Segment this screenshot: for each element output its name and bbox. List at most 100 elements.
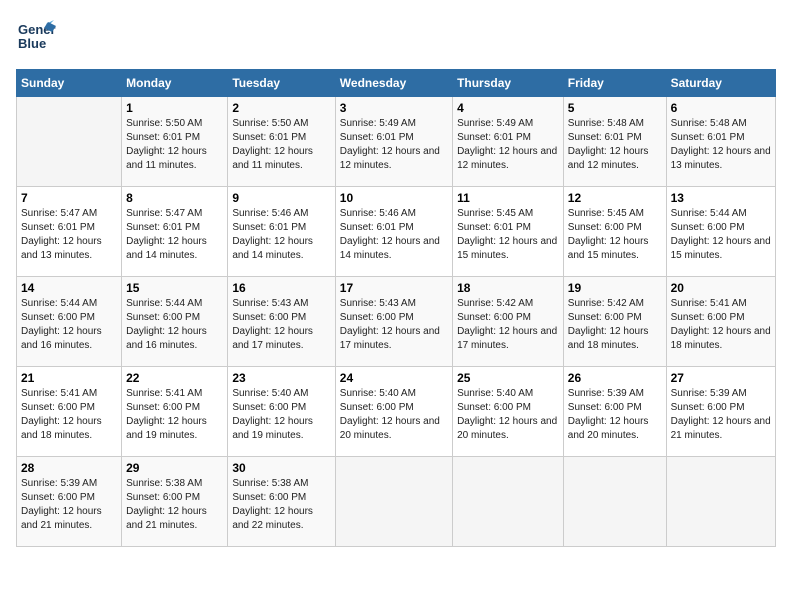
day-number: 22 (126, 371, 223, 385)
calendar-cell (17, 97, 122, 187)
day-number: 11 (457, 191, 559, 205)
day-info: Sunrise: 5:47 AMSunset: 6:01 PMDaylight:… (21, 207, 117, 263)
day-info: Sunrise: 5:38 AMSunset: 6:00 PMDaylight:… (126, 477, 223, 533)
calendar-week-row: 21 Sunrise: 5:41 AMSunset: 6:00 PMDayligh… (17, 367, 776, 457)
day-number: 19 (568, 281, 662, 295)
day-info: Sunrise: 5:48 AMSunset: 6:01 PMDaylight:… (671, 117, 771, 173)
calendar-cell: 25 Sunrise: 5:40 AMSunset: 6:00 PMDayligh… (453, 367, 564, 457)
logo-icon: General Blue (16, 16, 56, 56)
day-number: 25 (457, 371, 559, 385)
calendar-cell: 9 Sunrise: 5:46 AMSunset: 6:01 PMDaylight… (228, 187, 335, 277)
day-number: 26 (568, 371, 662, 385)
calendar-cell: 30 Sunrise: 5:38 AMSunset: 6:00 PMDayligh… (228, 457, 335, 547)
weekday-header: Sunday (17, 70, 122, 97)
calendar-cell: 23 Sunrise: 5:40 AMSunset: 6:00 PMDayligh… (228, 367, 335, 457)
calendar-cell: 26 Sunrise: 5:39 AMSunset: 6:00 PMDayligh… (563, 367, 666, 457)
calendar-cell: 21 Sunrise: 5:41 AMSunset: 6:00 PMDayligh… (17, 367, 122, 457)
calendar-table: SundayMondayTuesdayWednesdayThursdayFrid… (16, 69, 776, 547)
day-info: Sunrise: 5:39 AMSunset: 6:00 PMDaylight:… (671, 387, 771, 443)
day-number: 4 (457, 101, 559, 115)
calendar-cell (563, 457, 666, 547)
calendar-cell: 19 Sunrise: 5:42 AMSunset: 6:00 PMDayligh… (563, 277, 666, 367)
day-number: 15 (126, 281, 223, 295)
day-info: Sunrise: 5:39 AMSunset: 6:00 PMDaylight:… (568, 387, 662, 443)
calendar-cell (666, 457, 775, 547)
calendar-cell: 10 Sunrise: 5:46 AMSunset: 6:01 PMDayligh… (335, 187, 452, 277)
day-number: 30 (232, 461, 330, 475)
calendar-cell: 18 Sunrise: 5:42 AMSunset: 6:00 PMDayligh… (453, 277, 564, 367)
calendar-cell: 1 Sunrise: 5:50 AMSunset: 6:01 PMDaylight… (122, 97, 228, 187)
calendar-cell: 27 Sunrise: 5:39 AMSunset: 6:00 PMDayligh… (666, 367, 775, 457)
calendar-cell: 12 Sunrise: 5:45 AMSunset: 6:00 PMDayligh… (563, 187, 666, 277)
day-number: 18 (457, 281, 559, 295)
day-info: Sunrise: 5:40 AMSunset: 6:00 PMDaylight:… (340, 387, 448, 443)
day-info: Sunrise: 5:41 AMSunset: 6:00 PMDaylight:… (671, 297, 771, 353)
day-info: Sunrise: 5:49 AMSunset: 6:01 PMDaylight:… (457, 117, 559, 173)
calendar-cell: 11 Sunrise: 5:45 AMSunset: 6:01 PMDayligh… (453, 187, 564, 277)
day-number: 16 (232, 281, 330, 295)
day-info: Sunrise: 5:46 AMSunset: 6:01 PMDaylight:… (232, 207, 330, 263)
calendar-cell: 5 Sunrise: 5:48 AMSunset: 6:01 PMDaylight… (563, 97, 666, 187)
day-number: 21 (21, 371, 117, 385)
day-info: Sunrise: 5:45 AMSunset: 6:00 PMDaylight:… (568, 207, 662, 263)
calendar-cell: 17Sunrise: 5:43 AMSunset: 6:00 PMDayligh… (335, 277, 452, 367)
day-number: 8 (126, 191, 223, 205)
day-info: Sunrise: 5:49 AMSunset: 6:01 PMDaylight:… (340, 117, 448, 173)
day-number: 5 (568, 101, 662, 115)
weekday-header: Wednesday (335, 70, 452, 97)
svg-text:Blue: Blue (18, 36, 46, 51)
day-number: 7 (21, 191, 117, 205)
day-number: 27 (671, 371, 771, 385)
calendar-cell: 3 Sunrise: 5:49 AMSunset: 6:01 PMDaylight… (335, 97, 452, 187)
day-number: 29 (126, 461, 223, 475)
day-info: Sunrise: 5:42 AMSunset: 6:00 PMDaylight:… (457, 297, 559, 353)
calendar-week-row: 1 Sunrise: 5:50 AMSunset: 6:01 PMDaylight… (17, 97, 776, 187)
calendar-cell: 16 Sunrise: 5:43 AMSunset: 6:00 PMDayligh… (228, 277, 335, 367)
day-info: Sunrise: 5:41 AMSunset: 6:00 PMDaylight:… (126, 387, 223, 443)
calendar-cell (453, 457, 564, 547)
weekday-header: Tuesday (228, 70, 335, 97)
calendar-cell: 15 Sunrise: 5:44 AMSunset: 6:00 PMDayligh… (122, 277, 228, 367)
day-number: 13 (671, 191, 771, 205)
day-number: 23 (232, 371, 330, 385)
day-info: Sunrise: 5:46 AMSunset: 6:01 PMDaylight:… (340, 207, 448, 263)
day-number: 12 (568, 191, 662, 205)
day-info: Sunrise: 5:40 AMSunset: 6:00 PMDaylight:… (232, 387, 330, 443)
day-info: Sunrise: 5:45 AMSunset: 6:01 PMDaylight:… (457, 207, 559, 263)
day-number: 28 (21, 461, 117, 475)
day-info: Sunrise: 5:50 AMSunset: 6:01 PMDaylight:… (126, 117, 223, 173)
calendar-cell: 8 Sunrise: 5:47 AMSunset: 6:01 PMDaylight… (122, 187, 228, 277)
day-info: Sunrise: 5:40 AMSunset: 6:00 PMDaylight:… (457, 387, 559, 443)
calendar-cell: 29 Sunrise: 5:38 AMSunset: 6:00 PMDayligh… (122, 457, 228, 547)
day-number: 14 (21, 281, 117, 295)
day-number: 6 (671, 101, 771, 115)
weekday-header: Monday (122, 70, 228, 97)
weekday-header: Friday (563, 70, 666, 97)
day-info: Sunrise: 5:42 AMSunset: 6:00 PMDaylight:… (568, 297, 662, 353)
day-number: 3 (340, 101, 448, 115)
calendar-cell: 2 Sunrise: 5:50 AMSunset: 6:01 PMDaylight… (228, 97, 335, 187)
calendar-cell: 6 Sunrise: 5:48 AMSunset: 6:01 PMDaylight… (666, 97, 775, 187)
day-info: Sunrise: 5:44 AMSunset: 6:00 PMDaylight:… (126, 297, 223, 353)
calendar-week-row: 7 Sunrise: 5:47 AMSunset: 6:01 PMDaylight… (17, 187, 776, 277)
day-info: Sunrise: 5:44 AMSunset: 6:00 PMDaylight:… (671, 207, 771, 263)
weekday-header: Thursday (453, 70, 564, 97)
day-info: Sunrise: 5:47 AMSunset: 6:01 PMDaylight:… (126, 207, 223, 263)
day-number: 2 (232, 101, 330, 115)
calendar-cell: 13 Sunrise: 5:44 AMSunset: 6:00 PMDayligh… (666, 187, 775, 277)
day-info: Sunrise: 5:38 AMSunset: 6:00 PMDaylight:… (232, 477, 330, 533)
day-number: 9 (232, 191, 330, 205)
day-number: 20 (671, 281, 771, 295)
day-info: Sunrise: 5:43 AMSunset: 6:00 PMDaylight:… (232, 297, 330, 353)
day-number: 1 (126, 101, 223, 115)
page-header: General Blue (16, 16, 776, 61)
calendar-cell (335, 457, 452, 547)
day-info: Sunrise: 5:41 AMSunset: 6:00 PMDaylight:… (21, 387, 117, 443)
day-number: 10 (340, 191, 448, 205)
logo: General Blue (16, 16, 56, 61)
day-info: Sunrise: 5:50 AMSunset: 6:01 PMDaylight:… (232, 117, 330, 173)
calendar-cell: 7 Sunrise: 5:47 AMSunset: 6:01 PMDaylight… (17, 187, 122, 277)
weekday-header-row: SundayMondayTuesdayWednesdayThursdayFrid… (17, 70, 776, 97)
calendar-cell: 4 Sunrise: 5:49 AMSunset: 6:01 PMDaylight… (453, 97, 564, 187)
day-info: Sunrise: 5:48 AMSunset: 6:01 PMDaylight:… (568, 117, 662, 173)
